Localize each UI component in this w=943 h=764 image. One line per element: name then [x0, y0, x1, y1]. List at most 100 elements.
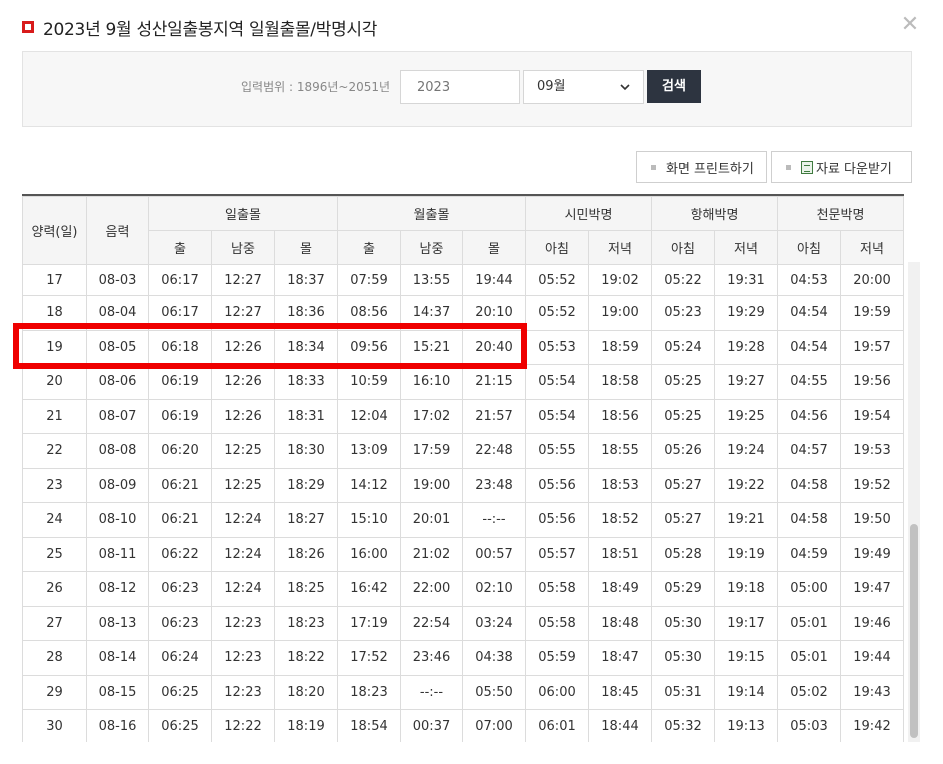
table-cell: 19 — [22, 329, 87, 365]
table-cell: 08-13 — [86, 605, 149, 641]
table-row: 18 08-04 06:17 12:27 18:36 08:56 14:37 20:10 05:… — [22, 295, 904, 331]
table-cell: 12:27 — [211, 264, 275, 296]
chevron-down-icon — [620, 71, 630, 116]
download-button[interactable]: 자료 다운받기 — [771, 151, 912, 183]
print-button[interactable]: 화면 프린트하기 — [636, 151, 767, 183]
vertical-scrollbar[interactable] — [908, 262, 920, 742]
table-cell: --:-- — [400, 674, 463, 710]
table-body: 17 08-03 06:17 12:27 18:37 07:59 13:55 19:44 05:… — [22, 264, 904, 742]
table-cell: 22:54 — [400, 605, 463, 641]
table-cell: 06:20 — [148, 433, 212, 469]
month-select-value: 09월 — [537, 79, 566, 94]
header-moon-group: 월출몰 — [337, 196, 526, 231]
table-cell: 23:48 — [462, 467, 526, 503]
table-cell: 21:57 — [462, 398, 526, 434]
search-button[interactable]: 검색 — [647, 70, 701, 103]
table-cell: 19:47 — [840, 571, 904, 607]
table-cell: 16:42 — [337, 571, 401, 607]
table-cell: 22:48 — [462, 433, 526, 469]
table-cell: 05:30 — [651, 605, 715, 641]
table-cell: 12:26 — [211, 398, 275, 434]
table-cell: 05:27 — [651, 467, 715, 503]
table-cell: 12:24 — [211, 502, 275, 538]
table-cell: 25 — [22, 536, 87, 572]
table-cell: 19:18 — [714, 571, 778, 607]
sun-moon-table-container[interactable]: 양력(일) 음력 일출몰 월출몰 시민박명 항해박명 천문박명 출 남중 몰 출… — [22, 194, 904, 742]
table-cell: 18:37 — [274, 264, 338, 296]
table-cell: 19:21 — [714, 502, 778, 538]
table-cell: 12:23 — [211, 640, 275, 676]
table-cell: 08:56 — [337, 295, 401, 331]
close-button[interactable]: ✕ — [899, 14, 921, 36]
table-cell: 18:45 — [588, 674, 652, 710]
table-cell: 06:19 — [148, 398, 212, 434]
table-cell: 18:20 — [274, 674, 338, 710]
table-cell: 08-06 — [86, 364, 149, 400]
table-cell: 19:17 — [714, 605, 778, 641]
table-cell: 19:57 — [840, 329, 904, 365]
header-lunar: 음력 — [86, 196, 149, 265]
table-cell: 06:00 — [525, 674, 589, 710]
month-select[interactable]: 09월 — [523, 70, 644, 104]
table-cell: 05:24 — [651, 329, 715, 365]
table-cell: 18:51 — [588, 536, 652, 572]
table-cell: 05:23 — [651, 295, 715, 331]
table-cell: 09:56 — [337, 329, 401, 365]
table-cell: 18:36 — [274, 295, 338, 331]
table-cell: 06:19 — [148, 364, 212, 400]
table-cell: 19:22 — [714, 467, 778, 503]
table-cell: 05:56 — [525, 502, 589, 538]
table-cell: 20 — [22, 364, 87, 400]
table-cell: 17 — [22, 264, 87, 296]
year-input[interactable] — [400, 70, 520, 104]
table-cell: 04:54 — [777, 295, 841, 331]
table-cell: 05:00 — [777, 571, 841, 607]
table-cell: 12:04 — [337, 398, 401, 434]
table-cell: 02:10 — [462, 571, 526, 607]
table-cell: 06:17 — [148, 295, 212, 331]
table-cell: 19:46 — [840, 605, 904, 641]
table-cell: 04:54 — [777, 329, 841, 365]
table-cell: 05:59 — [525, 640, 589, 676]
table-cell: 23:46 — [400, 640, 463, 676]
table-cell: 12:25 — [211, 467, 275, 503]
table-cell: 19:44 — [840, 640, 904, 676]
table-cell: 17:19 — [337, 605, 401, 641]
table-cell: 06:24 — [148, 640, 212, 676]
input-range-label: 입력범위 : 1896년~2051년 — [241, 80, 391, 94]
bullet-icon — [786, 164, 791, 170]
table-cell: 08-09 — [86, 467, 149, 503]
table-cell: 20:00 — [840, 264, 904, 296]
table-cell: 03:24 — [462, 605, 526, 641]
header-solar-day: 양력(일) — [22, 196, 87, 265]
table-cell: 06:22 — [148, 536, 212, 572]
table-cell: 19:00 — [588, 295, 652, 331]
table-cell: 12:25 — [211, 433, 275, 469]
table-cell: 04:53 — [777, 264, 841, 296]
table-cell: 19:15 — [714, 640, 778, 676]
table-cell: 08-16 — [86, 709, 149, 742]
table-row: 30 08-16 06:25 12:22 18:19 18:54 00:37 07:00 06:… — [22, 709, 904, 742]
table-cell: 07:00 — [462, 709, 526, 742]
table-cell: 05:57 — [525, 536, 589, 572]
scrollbar-thumb[interactable] — [910, 524, 918, 738]
table-cell: 18:59 — [588, 329, 652, 365]
title-bar: 2023년 9월 성산일출봉지역 일월출몰/박명시각 — [22, 12, 377, 42]
table-cell: 05:54 — [525, 398, 589, 434]
table-cell: 19:00 — [400, 467, 463, 503]
table-cell: 21:02 — [400, 536, 463, 572]
table-cell: 07:59 — [337, 264, 401, 296]
table-row: 25 08-11 06:22 12:24 18:26 16:00 21:02 00:57 05:… — [22, 536, 904, 572]
table-cell: 23 — [22, 467, 87, 503]
table-cell: 18:48 — [588, 605, 652, 641]
table-cell: 30 — [22, 709, 87, 742]
table-row: 20 08-06 06:19 12:26 18:33 10:59 16:10 21:15 05:… — [22, 364, 904, 400]
table-cell: 20:40 — [462, 329, 526, 365]
table-cell: 19:59 — [840, 295, 904, 331]
table-cell: 19:50 — [840, 502, 904, 538]
table-cell: 22 — [22, 433, 87, 469]
table-cell: 18:29 — [274, 467, 338, 503]
table-cell: 04:55 — [777, 364, 841, 400]
table-cell: 05:03 — [777, 709, 841, 742]
header-moonrise: 출 — [337, 230, 401, 265]
